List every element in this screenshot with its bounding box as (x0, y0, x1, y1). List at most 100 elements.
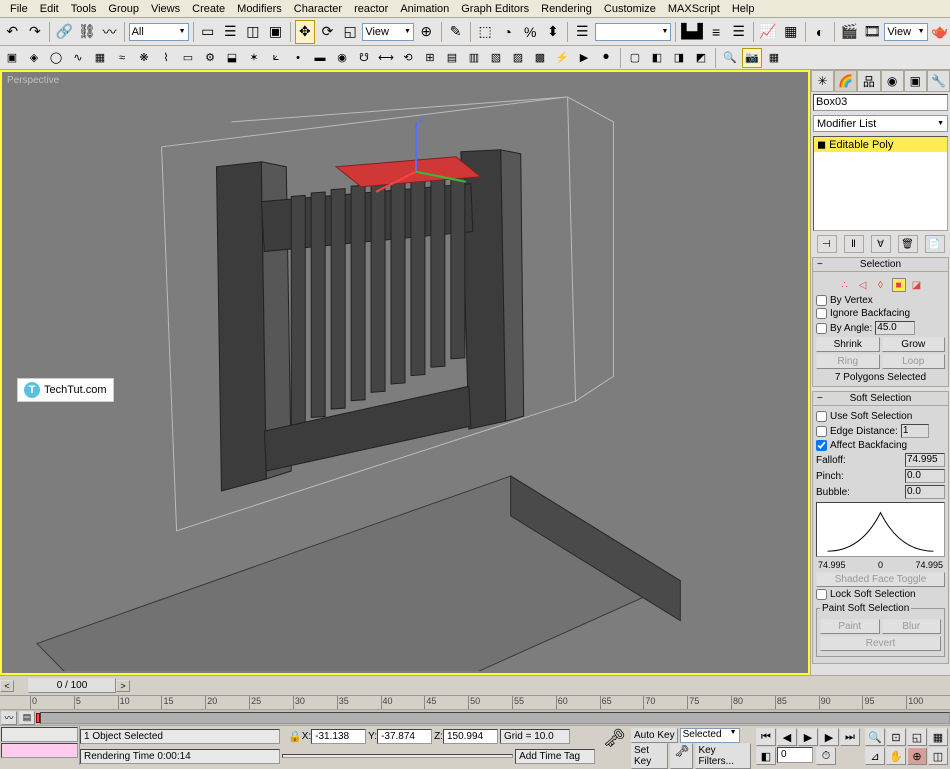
setkey-key-button[interactable]: 🗝 (670, 743, 693, 769)
script-input[interactable] (1, 743, 78, 758)
setkey-button[interactable]: Set Key (631, 743, 668, 769)
revert-button[interactable]: Revert (820, 636, 941, 651)
pin-stack-button[interactable]: ⊣ (817, 235, 837, 253)
menu-tools[interactable]: Tools (65, 2, 103, 16)
selection-filter-combo[interactable]: All (129, 23, 189, 41)
render-type-button[interactable]: 🎞 (862, 20, 883, 44)
next-frame-button[interactable]: ▶ (819, 728, 839, 746)
render-preset-combo[interactable]: View (884, 23, 927, 41)
material-editor-button[interactable]: ◐ (810, 20, 831, 44)
pinch-spinner[interactable]: 0.0 (905, 469, 945, 483)
hinge-icon[interactable]: ⟀ (266, 48, 286, 68)
subobj-edge-icon[interactable]: ◁ (856, 278, 870, 292)
modifier-stack[interactable]: ◼ Editable Poly (813, 136, 948, 231)
rope-collection-icon[interactable]: ▨ (508, 48, 528, 68)
deforming-mesh-icon[interactable]: ▦ (90, 48, 110, 68)
autokey-button[interactable]: Auto Key (631, 728, 678, 743)
create-anim-icon[interactable]: ⏺ (596, 48, 616, 68)
option1-icon[interactable]: ◧ (647, 48, 667, 68)
quick-render-button[interactable]: 🫖 (930, 20, 950, 44)
zoom-button[interactable]: 🔍 (865, 728, 885, 746)
move-button[interactable]: ✥ (295, 20, 316, 44)
object-name-field[interactable]: Box03 (813, 94, 948, 111)
percent-snap-button[interactable]: % (520, 20, 541, 44)
keymode-combo[interactable]: Selected (680, 728, 740, 743)
paint-button[interactable]: Paint (820, 619, 880, 634)
menu-create[interactable]: Create (186, 2, 231, 16)
arc-rotate-button[interactable]: ⊕ (907, 747, 927, 765)
by-angle-checkbox[interactable] (816, 323, 827, 334)
subobj-border-icon[interactable]: ◊ (874, 278, 888, 292)
pivot-button[interactable]: ⊕ (416, 20, 437, 44)
loop-button[interactable]: Loop (882, 354, 946, 369)
utility-icon[interactable]: 🔍 (720, 48, 740, 68)
select-button[interactable]: ▭ (197, 20, 218, 44)
schematic-view-button[interactable]: ▦ (780, 20, 801, 44)
render-scene-button[interactable]: 🎬 (839, 20, 860, 44)
angular-dashpot-icon[interactable]: ⟲ (398, 48, 418, 68)
unlink-button[interactable]: ⛓ (77, 20, 98, 44)
scale-button[interactable]: ◱ (340, 20, 361, 44)
subobj-element-icon[interactable]: ◪ (910, 278, 924, 292)
angle-snap-button[interactable]: ◔ (497, 20, 518, 44)
named-selection-button[interactable]: ☰ (572, 20, 593, 44)
menu-group[interactable]: Group (102, 2, 145, 16)
make-unique-button[interactable]: ∀ (871, 235, 891, 253)
menu-maxscript[interactable]: MAXScript (662, 2, 726, 16)
select-by-name-button[interactable]: ☰ (220, 20, 241, 44)
camera-icon[interactable]: 📷 (742, 48, 762, 68)
menu-views[interactable]: Views (145, 2, 186, 16)
zoom-extents-all-button[interactable]: ▦ (928, 728, 948, 746)
viewport-perspective[interactable]: Perspective (0, 70, 810, 675)
analyze-icon[interactable]: ⚡ (552, 48, 572, 68)
keyfilters-button[interactable]: Key Filters... (695, 743, 751, 769)
spring-icon[interactable]: ⌇ (156, 48, 176, 68)
by-angle-spinner[interactable]: 45.0 (875, 321, 915, 335)
wind-icon[interactable]: ❋ (134, 48, 154, 68)
time-tag-button[interactable]: Add Time Tag (515, 749, 595, 764)
menu-reactor[interactable]: reactor (348, 2, 394, 16)
play-button[interactable]: ▶ (798, 728, 818, 746)
menu-animation[interactable]: Animation (394, 2, 455, 16)
ring-button[interactable]: Ring (816, 354, 880, 369)
fracture-icon[interactable]: ✶ (244, 48, 264, 68)
current-frame-field[interactable]: 0 (777, 747, 813, 763)
affect-bf-checkbox[interactable] (816, 440, 827, 451)
subobj-vertex-icon[interactable]: ∴ (838, 278, 852, 292)
frame-indicator[interactable]: 0 / 100 (28, 678, 116, 693)
motor-icon[interactable]: ⚙ (200, 48, 220, 68)
spinner-snap-button[interactable]: ⬍ (543, 20, 564, 44)
redo-button[interactable]: ↷ (25, 20, 46, 44)
pan-button[interactable]: ✋ (886, 747, 906, 765)
configure-button[interactable]: 📄 (925, 235, 945, 253)
tab-create[interactable]: ✳ (811, 70, 834, 91)
dm-collection-icon[interactable]: ▩ (530, 48, 550, 68)
refcoord-combo[interactable]: View (362, 23, 414, 41)
cloth-collection-icon[interactable]: ▥ (464, 48, 484, 68)
fov-button[interactable]: ⊿ (865, 747, 885, 765)
menu-modifiers[interactable]: Modifiers (231, 2, 288, 16)
menu-customize[interactable]: Customize (598, 2, 662, 16)
remove-mod-button[interactable]: 🗑 (898, 235, 918, 253)
blur-button[interactable]: Blur (882, 619, 942, 634)
time-config-button[interactable]: ⏱ (816, 747, 836, 765)
point-icon[interactable]: • (288, 48, 308, 68)
prompt-input[interactable] (282, 754, 513, 758)
menu-edit[interactable]: Edit (34, 2, 65, 16)
goto-start-button[interactable]: ⏮ (756, 728, 776, 746)
time-ruler[interactable]: 0 5 10 15 20 25 30 35 40 45 50 55 60 65 … (0, 695, 950, 709)
menu-file[interactable]: File (4, 2, 34, 16)
rollout-selection-header[interactable]: Selection (813, 258, 948, 272)
trackbar-curve-icon[interactable]: 〰 (1, 711, 17, 725)
key-icon[interactable]: 🗝 (603, 728, 626, 749)
mirror-button[interactable]: ▙▟ (680, 20, 704, 44)
show-result-button[interactable]: Ⅱ (844, 235, 864, 253)
named-selection-combo[interactable] (595, 23, 672, 41)
curve-editor-button[interactable]: 📈 (758, 20, 779, 44)
grow-button[interactable]: Grow (882, 337, 946, 352)
cloth-icon[interactable]: ◈ (24, 48, 44, 68)
tab-utilities[interactable]: 🔧 (927, 70, 950, 91)
carwheel-icon[interactable]: ◉ (332, 48, 352, 68)
select-region-button[interactable]: ◫ (243, 20, 264, 44)
linear-dashpot-icon[interactable]: ⟷ (376, 48, 396, 68)
